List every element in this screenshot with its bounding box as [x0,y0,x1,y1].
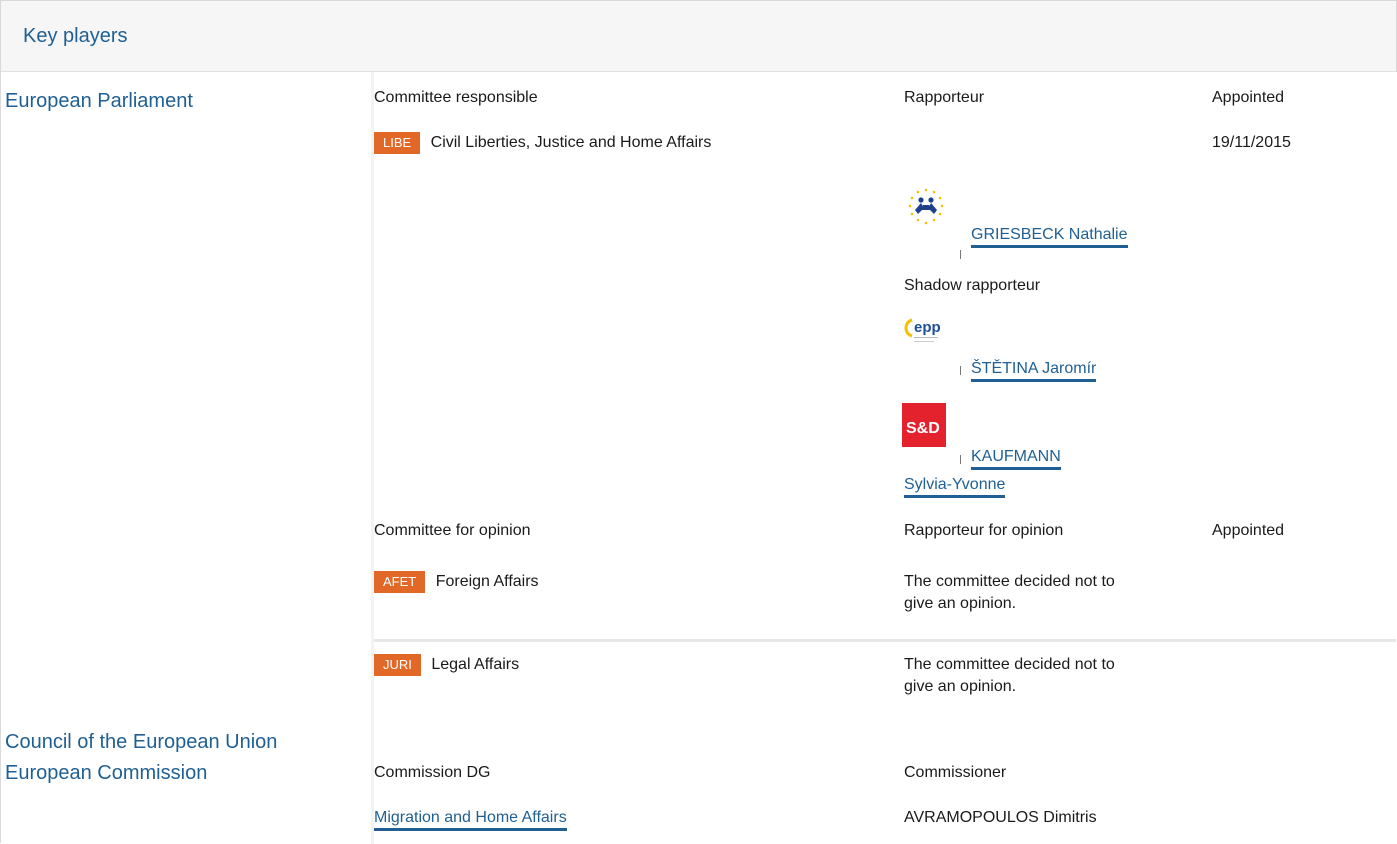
rapporteur-link-griesbeck[interactable]: GRIESBECK Nathalie [971,226,1128,248]
svg-text:epp: epp [914,319,941,336]
col-header-rapporteur-opinion: Rapporteur for opinion [904,522,1064,539]
shadow-link-container-2: KAUFMANN Sylvia-Yvonne [904,443,1134,499]
commission-dg-link[interactable]: Migration and Home Affairs [374,809,567,831]
committee-row-libe: LIBE Civil Liberties, Justice and Home A… [374,132,711,154]
panel-header: Key players [1,1,1396,72]
opinion-note-line: give an opinion. [904,678,1017,695]
col-header-commissioner: Commissioner [904,764,1007,781]
committee-badge-juri[interactable]: JURI [374,654,421,676]
key-players-content: Committee responsible Rapporteur Appoint… [371,72,1397,844]
committee-name-juri: Legal Affairs [431,656,520,673]
svg-text:S&D: S&D [906,420,940,437]
committee-badge-afet[interactable]: AFET [374,571,426,593]
alde-logo-icon [902,186,950,234]
commissioner-name: AVRAMOPOULOS Dimitris [904,809,1097,826]
opinion-note-line: give an opinion. [904,595,1017,612]
col-header-appointed: Appointed [1212,89,1285,106]
committee-row-afet: AFET Foreign Affairs [374,571,539,593]
sidebar-label-commission: European Commission [5,762,208,784]
shadow-link-container-1: ŠTĚTINA Jaromír [971,358,1097,382]
col-header-commission-dg: Commission DG [374,764,491,781]
opinion-note-line: The committee decided not to [904,573,1115,590]
commission-dg-container: Migration and Home Affairs [374,807,567,831]
col-header-appointed-opinion: Appointed [1212,522,1285,539]
sidebar-label-council: Council of the European Union [5,731,278,753]
shadow-rapporteur-link-stetina[interactable]: ŠTĚTINA Jaromír [971,360,1097,382]
committee-name-libe: Civil Liberties, Justice and Home Affair… [430,134,712,151]
logo-divider [960,366,961,375]
col-header-committee-opinion: Committee for opinion [374,522,531,539]
committee-badge-libe[interactable]: LIBE [374,132,421,154]
appointed-date: 19/11/2015 [1212,134,1291,151]
logo-divider [960,250,961,259]
rapporteur-link-container: GRIESBECK Nathalie [971,224,1128,248]
shadow-rapporteur-link-kaufmann[interactable]: KAUFMANN [971,448,1061,470]
committee-row-juri: JURI Legal Affairs [374,654,519,676]
col-header-committee-responsible: Committee responsible [374,89,538,106]
row-divider [374,639,1396,642]
sidebar-label-european-parliament: European Parliament [5,90,193,112]
opinion-note-line: The committee decided not to [904,656,1115,673]
sd-logo-icon: S&D [902,403,946,447]
shadow-rapporteur-link-kaufmann-line2[interactable]: Sylvia-Yvonne [904,476,1006,498]
epp-logo-icon: epp [902,316,950,364]
committee-name-afet: Foreign Affairs [435,573,539,590]
opinion-note-afet: The committee decided not to give an opi… [904,571,1115,615]
key-players-panel: Key players European Parliament Council … [0,0,1397,844]
shadow-rapporteur-label: Shadow rapporteur [904,277,1041,294]
opinion-note-juri: The committee decided not to give an opi… [904,654,1115,698]
panel-title: Key players [23,25,128,47]
col-header-rapporteur: Rapporteur [904,89,985,106]
